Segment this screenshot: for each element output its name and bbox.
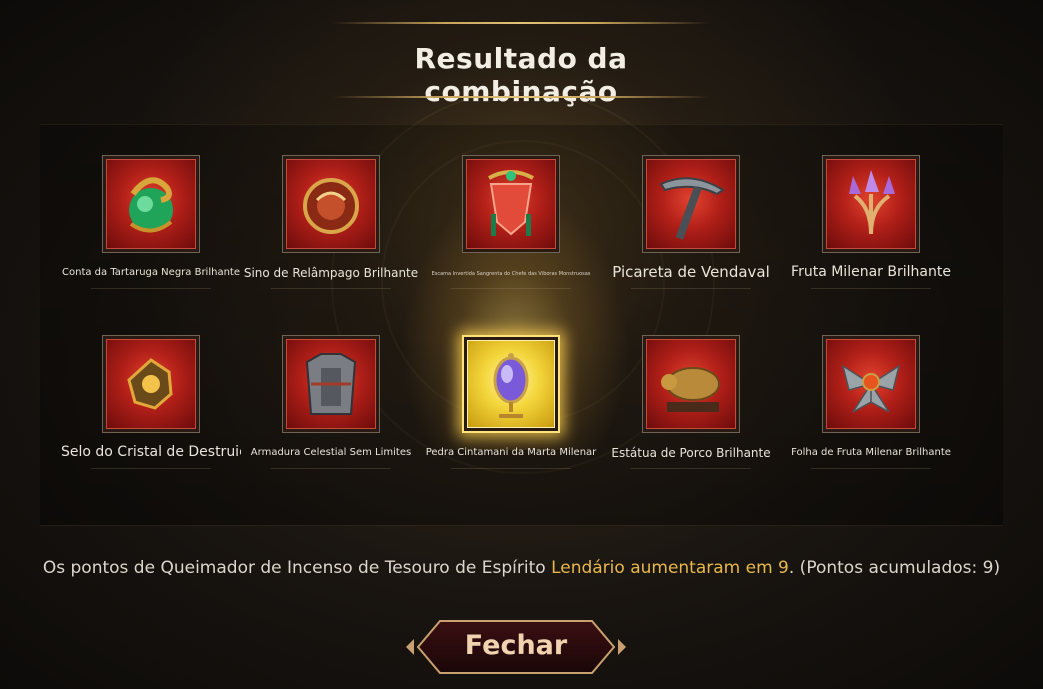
item-slot-legendary[interactable]: Pedra Cintamani da Marta Milenar: [421, 335, 601, 475]
divider: [91, 288, 211, 289]
item-name: Folha de Fruta Milenar Brilhante: [791, 447, 951, 458]
item-name: Fruta Milenar Brilhante: [791, 264, 951, 280]
red-scale-amulet-icon: [488, 170, 534, 236]
armor-icon: [305, 353, 357, 415]
item-name: Pedra Cintamani da Marta Milenar: [425, 447, 597, 458]
divider: [631, 288, 751, 289]
item-slot[interactable]: Armadura Celestial Sem Limites: [241, 335, 421, 475]
item-slot[interactable]: Folha de Fruta Milenar Brilhante: [781, 335, 961, 475]
item-slot[interactable]: Escama Invertida Sangrenta do Chefe das …: [421, 155, 601, 295]
divider: [451, 468, 571, 469]
pickaxe-icon: [659, 177, 725, 240]
item-slot[interactable]: Conta da Tartaruga Negra Brilhante: [61, 155, 241, 295]
item-slot[interactable]: Picareta de Vendaval: [601, 155, 781, 295]
item-name: Sino de Relâmpago Brilhante: [243, 266, 419, 280]
item-slot[interactable]: Selo do Cristal de Destruição: [61, 335, 241, 475]
item-slot[interactable]: Sino de Relâmpago Brilhante: [241, 155, 421, 295]
title-top-line: [333, 22, 709, 24]
item-frame[interactable]: [822, 335, 920, 433]
pig-statue-icon: [661, 367, 720, 412]
divider: [91, 468, 211, 469]
divider: [811, 288, 931, 289]
item-name: Conta da Tartaruga Negra Brilhante: [62, 267, 240, 278]
page-title: Resultado da combinação: [414, 42, 628, 108]
item-frame[interactable]: [282, 155, 380, 253]
close-button[interactable]: Fechar: [404, 617, 628, 677]
divider: [451, 288, 571, 289]
item-frame[interactable]: [462, 155, 560, 253]
item-frame-legendary[interactable]: [462, 335, 560, 433]
message-highlight: Lendário aumentaram em 9: [551, 558, 789, 578]
item-frame[interactable]: [642, 335, 740, 433]
crystal-fruit-icon: [849, 170, 895, 235]
item-frame[interactable]: [102, 335, 200, 433]
item-frame[interactable]: [642, 155, 740, 253]
crystal-seal-icon: [127, 358, 173, 410]
fruit-leaf-icon: [841, 364, 901, 413]
cintamani-stone-icon: [493, 353, 529, 418]
green-orb-turtle-icon: [129, 177, 173, 233]
item-frame[interactable]: [102, 155, 200, 253]
item-slot[interactable]: Fruta Milenar Brilhante: [781, 155, 961, 295]
title-banner: Resultado da combinação: [333, 22, 709, 108]
divider: [811, 468, 931, 469]
lightning-bell-icon: [303, 178, 359, 234]
item-slot[interactable]: Estátua de Porco Brilhante: [601, 335, 781, 475]
divider: [271, 468, 391, 469]
item-name: Armadura Celestial Sem Limites: [250, 447, 412, 458]
item-name: Picareta de Vendaval: [612, 263, 770, 281]
item-name: Estátua de Porco Brilhante: [611, 446, 771, 460]
divider: [631, 468, 751, 469]
item-name: Selo do Cristal de Destruição: [61, 444, 241, 460]
title-bottom-line: [333, 96, 709, 98]
divider: [271, 288, 391, 289]
item-frame[interactable]: [822, 155, 920, 253]
points-message: Os pontos de Queimador de Incenso de Tes…: [0, 558, 1043, 578]
item-name: Escama Invertida Sangrenta do Chefe das …: [431, 271, 591, 277]
message-suffix: . (Pontos acumulados: 9): [788, 558, 1001, 578]
item-frame[interactable]: [282, 335, 380, 433]
message-prefix: Os pontos de Queimador de Incenso de Tes…: [42, 558, 552, 578]
close-button-label: Fechar: [464, 630, 568, 661]
